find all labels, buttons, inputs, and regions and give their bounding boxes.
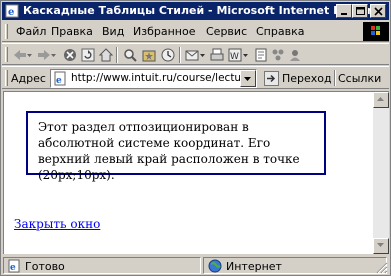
chevron-down-icon <box>244 77 251 81</box>
print-icon[interactable] <box>209 47 225 63</box>
status-pane: e Готово <box>3 257 201 274</box>
home-icon[interactable] <box>98 47 114 63</box>
stop-icon[interactable] <box>62 47 78 63</box>
svg-text:e: e <box>8 7 14 18</box>
address-bar: Адрес e http://www.intuit.ru/course/lect… <box>2 66 389 89</box>
back-dropdown-icon[interactable] <box>26 47 34 63</box>
page-done-icon: e <box>8 259 20 273</box>
search-icon[interactable] <box>122 47 138 63</box>
toolbar-separator <box>179 47 181 63</box>
svg-text:W: W <box>230 52 239 62</box>
maximize-icon <box>356 7 365 15</box>
zone-pane: Интернет <box>203 257 387 274</box>
ie-icon: e <box>5 4 19 18</box>
scroll-up-button[interactable] <box>373 92 389 108</box>
links-button[interactable]: Ссылки <box>338 72 388 85</box>
arrow-up-icon <box>377 97 384 101</box>
forward-dropdown-icon[interactable] <box>50 47 58 63</box>
title-bar[interactable]: e Каскадные Таблицы Стилей - Microsoft I… <box>2 2 389 20</box>
messenger-icon[interactable] <box>287 47 303 63</box>
discuss-icon[interactable] <box>253 47 269 63</box>
svg-text:e: e <box>56 76 62 86</box>
address-url[interactable]: http://www.intuit.ru/course/lecture/31/c… <box>71 72 241 84</box>
refresh-icon[interactable] <box>80 47 96 63</box>
page-icon: e <box>54 71 66 86</box>
mail-icon[interactable] <box>184 47 200 63</box>
positioned-section: Этот раздел отпозиционирован в абсолютно… <box>26 111 326 182</box>
minimize-button[interactable] <box>336 4 352 18</box>
standard-toolbar: W <box>2 43 389 65</box>
menu-bar: Файл Правка Вид Избранное Сервис Справка <box>2 21 389 42</box>
browser-window: e Каскадные Таблицы Стилей - Microsoft I… <box>0 0 391 276</box>
internet-globe-icon <box>208 259 222 273</box>
go-arrow-icon <box>264 71 279 86</box>
address-label: Адрес <box>11 72 46 85</box>
menu-view[interactable]: Вид <box>102 25 124 38</box>
address-dropdown-button[interactable] <box>240 70 256 87</box>
edit-dropdown-icon[interactable] <box>242 47 250 63</box>
windows-flag-icon <box>371 26 380 35</box>
research-icon[interactable] <box>270 47 286 63</box>
toolbar-separator <box>116 47 118 63</box>
status-text: Готово <box>25 260 65 273</box>
mail-dropdown-icon[interactable] <box>199 47 207 63</box>
edit-icon[interactable]: W <box>227 47 243 63</box>
close-icon <box>374 7 383 16</box>
maximize-button[interactable] <box>352 4 368 18</box>
window-title: Каскадные Таблицы Стилей - Microsoft Int… <box>23 4 386 17</box>
address-grip[interactable] <box>5 70 8 86</box>
go-label: Переход <box>282 72 332 85</box>
scroll-down-button[interactable] <box>373 238 389 254</box>
svg-text:e: e <box>10 263 16 273</box>
menu-help[interactable]: Справка <box>256 25 304 38</box>
menu-edit[interactable]: Правка <box>51 25 93 38</box>
toolbar-grip[interactable] <box>5 47 8 62</box>
zone-text: Интернет <box>226 260 282 273</box>
links-separator <box>334 70 336 86</box>
address-input[interactable]: e http://www.intuit.ru/course/lecture/31… <box>50 69 257 88</box>
vertical-scrollbar[interactable] <box>373 92 389 254</box>
favorites-icon[interactable] <box>141 47 157 63</box>
resize-grip-icon[interactable] <box>376 262 388 274</box>
go-button[interactable]: Переход <box>264 70 332 87</box>
windows-logo <box>363 22 389 41</box>
minimize-icon <box>341 13 347 15</box>
close-button[interactable] <box>370 4 386 18</box>
status-bar: e Готово Интернет <box>2 256 389 275</box>
close-window-link[interactable]: Закрыть окно <box>14 217 100 231</box>
arrow-down-icon <box>377 243 384 247</box>
menu-tools[interactable]: Сервис <box>206 25 247 38</box>
history-icon[interactable] <box>160 47 176 63</box>
menu-favorites[interactable]: Избранное <box>133 25 195 38</box>
page-viewport: Этот раздел отпозиционирован в абсолютно… <box>3 91 389 254</box>
menu-file[interactable]: Файл <box>16 25 46 38</box>
menu-grip[interactable] <box>5 24 8 39</box>
